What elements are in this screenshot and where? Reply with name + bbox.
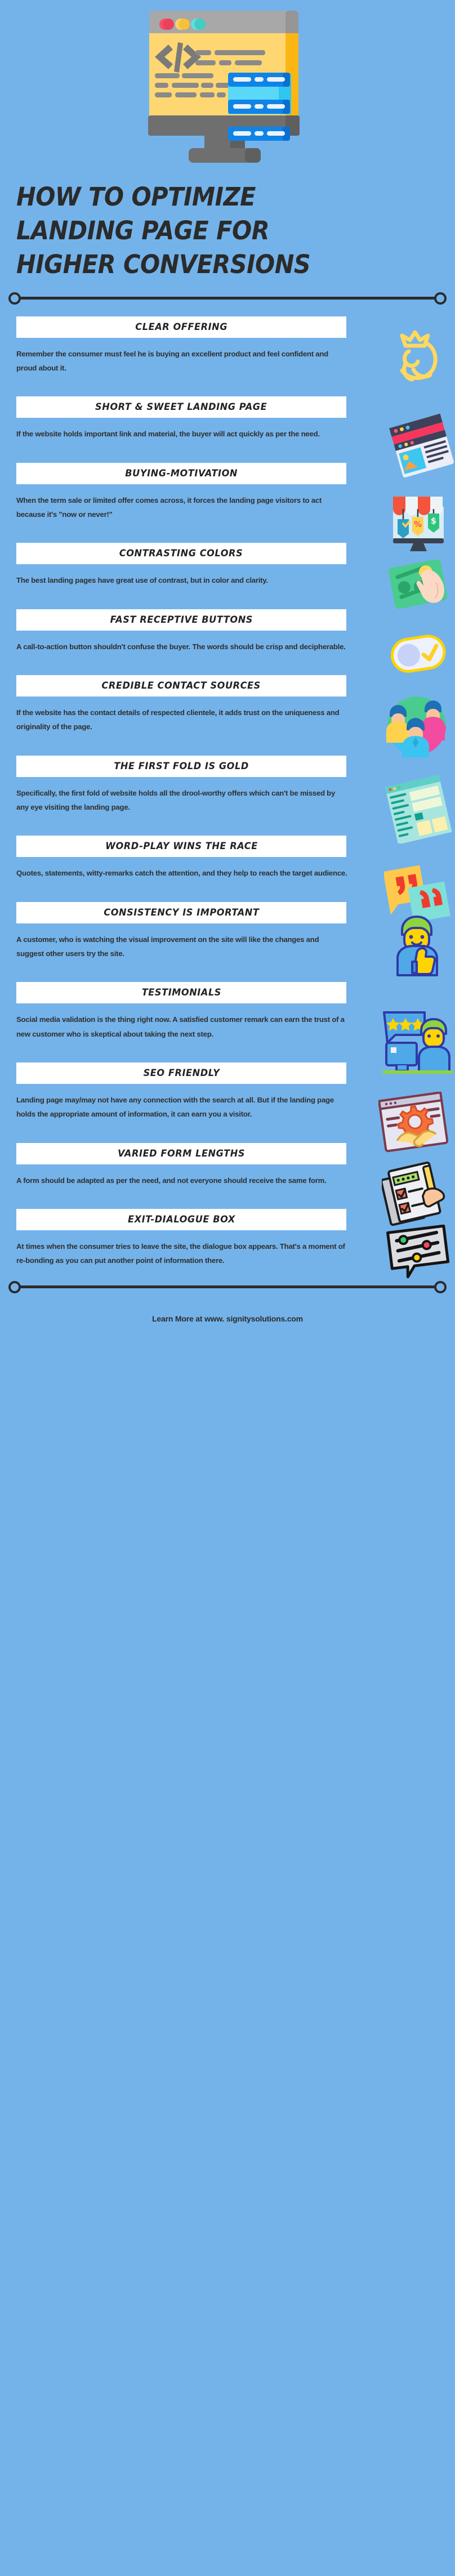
divider-cap-right-icon (434, 1280, 447, 1293)
section-9: CONSISTENCY IS IMPORTANT A customer, who … (0, 883, 455, 976)
page-title: HOW TO OPTIMIZE LANDING PAGE FOR HIGHER … (0, 176, 455, 282)
section-title: WORD-PLAY WINS THE RACE (105, 841, 258, 852)
divider-bottom (8, 1278, 447, 1295)
section-body: Social media validation is the thing rig… (16, 1015, 345, 1038)
section-body: If the website has the contact details o… (16, 708, 340, 731)
section-title-box: WORD-PLAY WINS THE RACE (16, 836, 346, 858)
section-body: At times when the consumer tries to leav… (16, 1242, 345, 1265)
section-title-box: THE FIRST FOLD IS GOLD (16, 755, 346, 777)
page-title-line-1: HOW TO OPTIMIZE (16, 182, 256, 212)
section-body: If the website holds important link and … (16, 430, 320, 439)
section-2: SHORT & SWEET LANDING PAGE If the website… (0, 377, 455, 478)
section-title-box: CONTRASTING COLORS (16, 543, 346, 565)
section-body: Landing page may/may not have any connec… (16, 1096, 334, 1119)
divider-cap-left-icon (8, 1280, 21, 1293)
section-title: VARIED FORM LENGTHS (117, 1148, 246, 1159)
section-title: BUYING-MOTIVATION (125, 467, 238, 479)
section-title-box: CREDIBLE CONTACT SOURCES (16, 675, 346, 697)
section-title: THE FIRST FOLD IS GOLD (114, 760, 249, 772)
section-6: CREDIBLE CONTACT SOURCES If the website h… (0, 656, 455, 760)
section-body: The best landing pages have great use of… (16, 576, 268, 585)
section-title-box: BUYING-MOTIVATION (16, 462, 346, 484)
section-title-box: VARIED FORM LENGTHS (16, 1142, 346, 1164)
section-1: CLEAR OFFERING Remember the consumer must… (0, 313, 455, 382)
section-title-box: SEO FRIENDLY (16, 1062, 346, 1084)
section-title-box: CONSISTENCY IS IMPORTANT (16, 901, 346, 923)
section-title: CONSISTENCY IS IMPORTANT (103, 907, 260, 918)
section-title: CLEAR OFFERING (135, 321, 227, 333)
section-title: SHORT & SWEET LANDING PAGE (95, 401, 267, 413)
section-7: THE FIRST FOLD IS GOLD Specifically, the … (0, 736, 455, 845)
section-5: FAST RECEPTIVE BUTTONS A call-to-action b… (0, 590, 455, 673)
section-body: Remember the consumer must feel he is bu… (16, 349, 328, 372)
section-body: A form should be adapted as per the need… (16, 1176, 327, 1185)
header-illustration (0, 0, 455, 176)
section-10: TESTIMONIALS Social media validation is t… (0, 963, 455, 1074)
section-12: VARIED FORM LENGTHS A form should be adap… (0, 1124, 455, 1226)
section-title-box: CLEAR OFFERING (16, 316, 346, 338)
section-body: Quotes, statements, witty-remarks catch … (16, 869, 347, 878)
section-title: FAST RECEPTIVE BUTTONS (110, 614, 253, 626)
section-title-box: SHORT & SWEET LANDING PAGE (16, 396, 346, 418)
section-title-box: EXIT-DIALOGUE BOX (16, 1209, 346, 1231)
footer-text: Learn More at www. signitysolutions.com (152, 1314, 303, 1323)
section-body: A call-to-action button shouldn't confus… (16, 642, 346, 651)
page-title-line-2: LANDING PAGE FOR (16, 215, 270, 245)
section-body: When the term sale or limited offer come… (16, 495, 322, 519)
section-title: CREDIBLE CONTACT SOURCES (101, 680, 261, 691)
page-title-line-3: HIGHER CONVERSIONS (16, 249, 311, 279)
section-title-box: TESTIMONIALS (16, 982, 346, 1004)
sections-list: CLEAR OFFERING Remember the consumer must… (0, 313, 455, 1279)
divider-cap-left-icon (8, 292, 21, 305)
section-body: A customer, who is watching the visual i… (16, 935, 319, 958)
section-13: EXIT-DIALOGUE BOX At times when the consu… (0, 1190, 455, 1279)
section-3: BUYING-MOTIVATION When the term sale or l… (0, 444, 455, 551)
section-title: TESTIMONIALS (141, 987, 221, 999)
section-title: EXIT-DIALOGUE BOX (127, 1214, 235, 1226)
section-title: CONTRASTING COLORS (119, 548, 243, 560)
section-title: SEO FRIENDLY (143, 1068, 220, 1079)
section-4: CONTRASTING COLORS The best landing pages… (0, 524, 455, 609)
section-body: Specifically, the first fold of website … (16, 788, 336, 811)
section-11: SEO FRIENDLY Landing page may/may not hav… (0, 1043, 455, 1153)
section-8: WORD-PLAY WINS THE RACE Quotes, statement… (0, 816, 455, 932)
divider-top (8, 289, 447, 306)
coding-monitor-icon (148, 11, 300, 163)
section-title-box: FAST RECEPTIVE BUTTONS (16, 609, 346, 631)
divider-cap-right-icon (434, 292, 447, 305)
